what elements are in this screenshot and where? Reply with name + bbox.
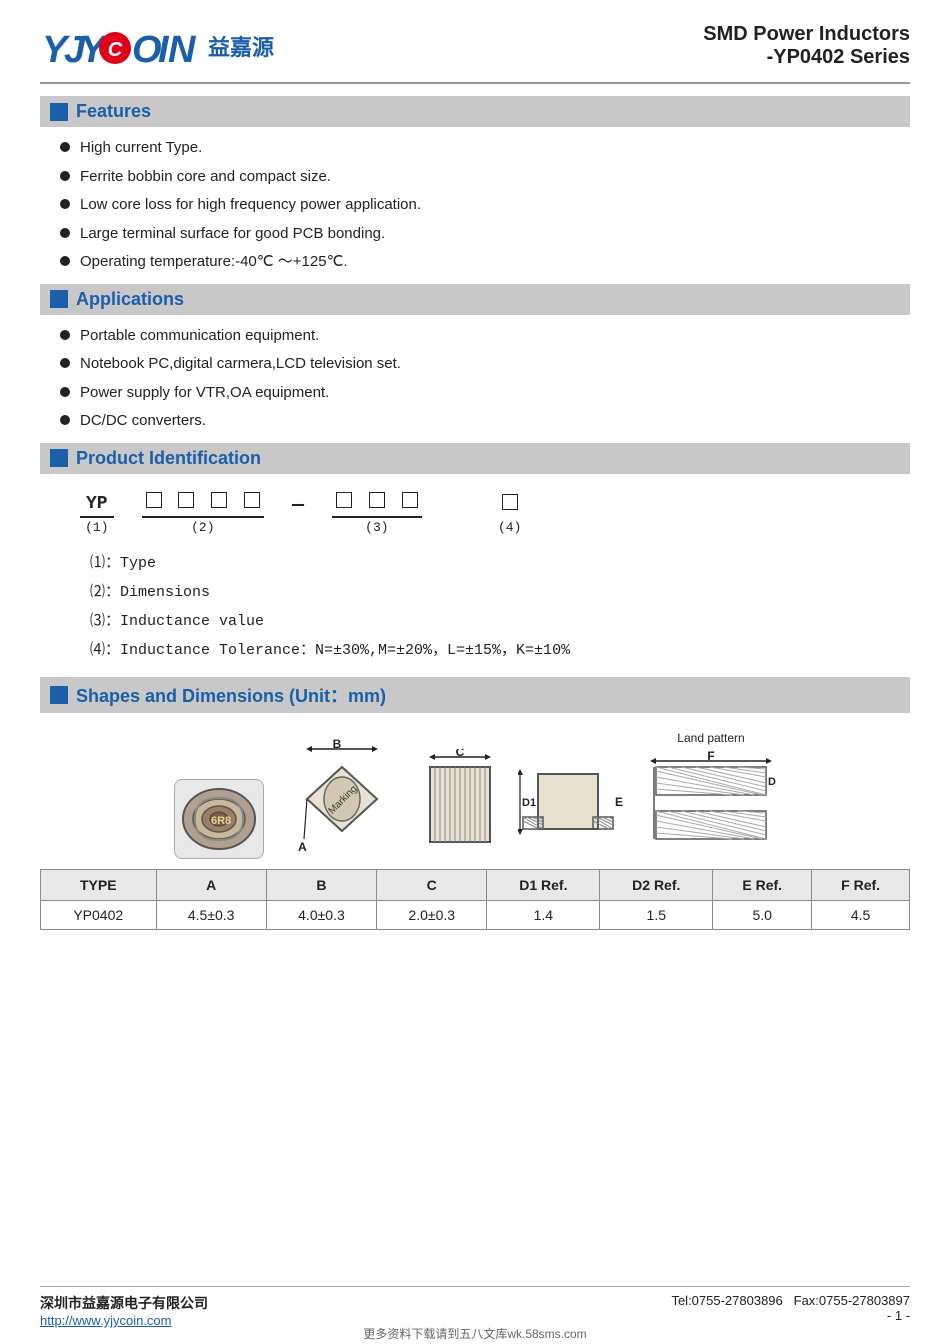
land-pattern-label: Land pattern [677,731,744,745]
list-item: Notebook PC,digital carmera,LCD televisi… [60,353,910,376]
table-header-e: E Ref. [713,869,812,900]
logo-area: Y J Y C O I N 益嘉源 [40,20,274,72]
bullet-dot [60,358,70,368]
pid-part4-box [498,494,522,518]
footer-right: Tel:0755-27803896 Fax:0755-27803897 - 1 … [671,1293,910,1323]
bullet-dot [60,171,70,181]
logo-cn-text: 益嘉源 [208,30,274,62]
table-header-type: TYPE [41,869,157,900]
pid-part3-boxes [332,492,422,518]
company-name: 深圳市益嘉源电子有限公司 [40,1293,208,1313]
pid-part3-num: (3) [365,520,388,535]
svg-text:6R8: 6R8 [211,815,231,827]
applications-title: Applications [76,289,184,310]
svg-text:E: E [615,795,623,809]
header-title: SMD Power Inductors -YP0402 Series [703,23,910,69]
pid-explanations: ⑴：Type ⑵：Dimensions ⑶：Inductance value ⑷… [90,551,910,659]
pid-exp-1: ⑴：Type [90,551,910,572]
page-footer: 深圳市益嘉源电子有限公司 http://www.yjycoin.com Tel:… [40,1286,910,1328]
title-line1: SMD Power Inductors [703,23,910,46]
pid-part2-boxes [142,492,264,518]
cell-d2: 1.5 [600,900,713,929]
features-list: High current Type. Ferrite bobbin core a… [40,137,910,274]
watermark: 更多资料下载请到五八文库wk.58sms.com [0,1325,950,1342]
coil-photo-area: 6R8 [174,779,264,859]
bullet-dot [60,256,70,266]
footer-left: 深圳市益嘉源电子有限公司 http://www.yjycoin.com [40,1293,208,1328]
table-header-c: C [377,869,487,900]
svg-text:C: C [456,749,465,759]
pid-part4-num: (4) [498,520,521,535]
svg-text:A: A [298,840,307,854]
footer-contact: Tel:0755-27803896 Fax:0755-27803897 [671,1293,910,1308]
list-item: Low core loss for high frequency power a… [60,194,910,217]
features-icon [50,103,68,121]
diamond-diagram-area: B Marking A [282,739,402,859]
features-section-bar: Features [40,96,910,127]
pid-part2-num: (2) [191,520,214,535]
product-id-diagram: YP (1) (2) — [80,492,910,659]
pid-exp-2: ⑵：Dimensions [90,580,910,601]
list-item: Power supply for VTR,OA equipment. [60,382,910,405]
table-header-b: B [266,869,376,900]
pid-part1-label: YP [80,494,114,518]
winding-diagram-area: C [420,749,500,859]
product-id-title: Product Identification [76,448,261,469]
list-item: DC/DC converters. [60,410,910,433]
features-title: Features [76,101,151,122]
cell-d1: 1.4 [487,900,600,929]
applications-list: Portable communication equipment. Notebo… [40,325,910,433]
product-id-section-bar: Product Identification [40,443,910,474]
product-id-icon [50,449,68,467]
list-item: Ferrite bobbin core and compact size. [60,166,910,189]
svg-text:F: F [707,749,714,763]
bullet-dot [60,387,70,397]
bullet-dot [60,228,70,238]
list-item: Operating temperature:-40℃ ～+125℃. [60,251,910,274]
pid-part1-num: (1) [85,520,108,535]
svg-text:D2: D2 [768,776,776,788]
svg-text:C: C [108,39,123,61]
svg-text:B: B [333,739,342,751]
bullet-dot [60,199,70,209]
coil-photo: 6R8 [174,779,264,859]
list-item: Large terminal surface for good PCB bond… [60,223,910,246]
applications-icon [50,290,68,308]
cell-a: 4.5±0.3 [156,900,266,929]
cell-c: 2.0±0.3 [377,900,487,929]
table-header-d1: D1 Ref. [487,869,600,900]
svg-text:N: N [168,29,197,71]
table-header-d2: D2 Ref. [600,869,713,900]
cell-type: YP0402 [41,900,157,929]
pid-exp-4: ⑷：Inductance Tolerance：N=±30%,M=±20%，L=±… [90,638,910,659]
table-header-f: F Ref. [812,869,910,900]
bullet-dot [60,330,70,340]
applications-section-bar: Applications [40,284,910,315]
table-header-a: A [156,869,266,900]
cell-b: 4.0±0.3 [266,900,376,929]
list-item: High current Type. [60,137,910,160]
page-header: Y J Y C O I N 益嘉源 SMD Power Inductors -Y… [40,20,910,84]
shapes-diagrams-area: 6R8 B Marking A [40,731,910,859]
land-pattern-area: Land pattern F [646,731,776,859]
bullet-dot [60,142,70,152]
list-item: Portable communication equipment. [60,325,910,348]
footer-page: - 1 - [671,1308,910,1323]
pid-exp-3: ⑶：Inductance value [90,609,910,630]
bullet-dot [60,415,70,425]
shapes-title: Shapes and Dimensions (Unit：mm) [76,682,386,708]
dimensions-table: TYPE A B C D1 Ref. D2 Ref. E Ref. F Ref.… [40,869,910,930]
title-line2: -YP0402 Series [703,46,910,69]
side-view-area: D1 E [518,749,628,859]
table-row: YP0402 4.5±0.3 4.0±0.3 2.0±0.3 1.4 1.5 5… [41,900,910,929]
shapes-section-bar: Shapes and Dimensions (Unit：mm) [40,677,910,713]
svg-text:D1: D1 [522,797,536,809]
shapes-icon [50,686,68,704]
pid-dash: — [292,494,304,517]
logo-icon: Y J Y C O I N [40,20,200,72]
cell-f: 4.5 [812,900,910,929]
cell-e: 5.0 [713,900,812,929]
